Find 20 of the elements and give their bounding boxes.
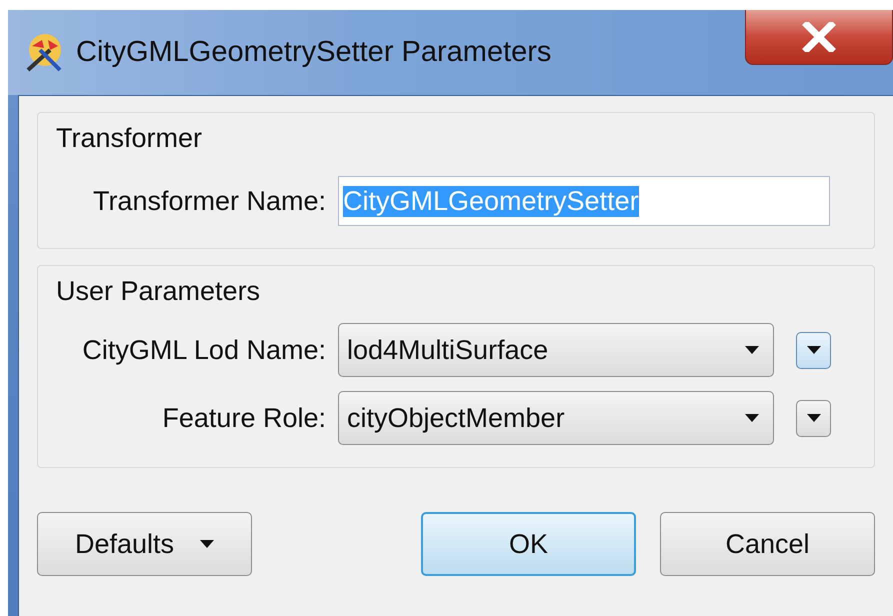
defaults-button[interactable]: Defaults [37, 512, 252, 576]
dialog-button[interactable]: Cancel [660, 512, 875, 576]
close-button[interactable] [745, 10, 893, 65]
caret-icon [806, 346, 820, 354]
dropdown[interactable]: lod4MultiSurface [338, 323, 774, 377]
window-title: CityGMLGeometrySetter Parameters [76, 36, 552, 69]
group-title: Transformer [56, 123, 202, 154]
caret-icon [806, 414, 820, 422]
caret-icon [745, 414, 759, 422]
close-icon [802, 22, 836, 52]
caret-icon [745, 346, 759, 354]
dropdown[interactable]: cityObjectMember [338, 391, 774, 445]
dialog-button[interactable]: OK [421, 512, 636, 576]
menu-button[interactable] [796, 332, 831, 368]
menu-button[interactable] [796, 400, 831, 436]
group-title: User Parameters [56, 276, 260, 307]
caret-icon [200, 540, 214, 548]
field-label: CityGML Lod Name: [82, 334, 327, 366]
field-label: Feature Role: [162, 402, 327, 434]
field-label: Transformer Name: [92, 186, 327, 216]
